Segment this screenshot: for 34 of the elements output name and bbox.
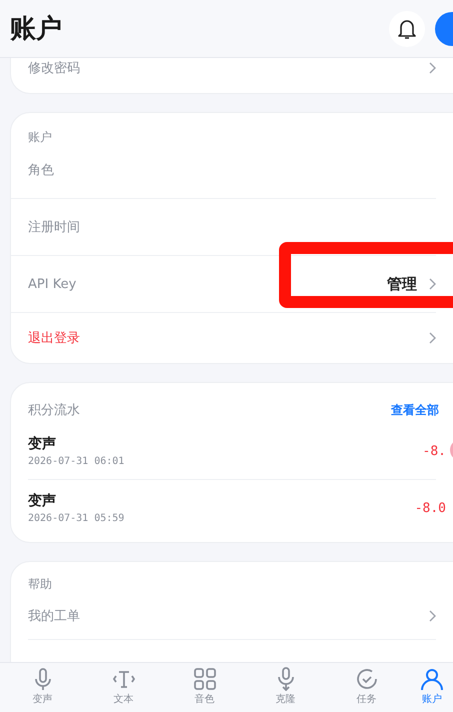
item-label: 注册时间 xyxy=(28,219,80,236)
item-label: 我的工单 xyxy=(28,608,80,625)
item-value: 管理 xyxy=(387,274,417,294)
notification-button[interactable] xyxy=(389,10,425,46)
tab[interactable]: 音色 xyxy=(164,663,245,712)
entry-title: 变声 xyxy=(28,435,57,453)
points-amount: -8. xyxy=(422,444,446,458)
grid-icon xyxy=(192,667,216,691)
item-label: API Key xyxy=(28,276,76,292)
list-item[interactable]: 注册时间 xyxy=(11,199,436,256)
tab[interactable]: 任务 xyxy=(326,663,407,712)
tab[interactable]: 账户 xyxy=(413,663,451,712)
entry-time: 2026-07-31 06:01 xyxy=(28,456,124,467)
section-title: 积分流水 xyxy=(28,402,80,419)
item-label: 修改密码 xyxy=(28,60,80,77)
check-circle-icon xyxy=(354,667,378,691)
points-amount: -8.0 xyxy=(414,500,446,516)
entry-time: 2026-07-31 05:59 xyxy=(28,513,124,524)
tab[interactable]: 克隆 xyxy=(245,663,326,712)
user-icon xyxy=(420,667,444,691)
entry-title: 变声 xyxy=(28,492,57,510)
list-item[interactable]: API Key 管理 xyxy=(11,256,436,313)
list-item[interactable]: 我的工单 xyxy=(28,593,436,640)
page-title: 账户 xyxy=(10,13,62,46)
list-item[interactable]: 修改密码 xyxy=(28,58,436,93)
section-title: 帮助 xyxy=(28,576,53,593)
item-label: 退出登录 xyxy=(28,330,80,347)
bell-icon xyxy=(397,18,417,40)
list-item[interactable]: 角色 xyxy=(11,142,436,199)
tab[interactable]: 变声 xyxy=(2,663,83,712)
item-label: 角色 xyxy=(28,162,54,179)
tab[interactable]: 文本 xyxy=(83,663,164,712)
view-all-link[interactable]: 查看全部 xyxy=(391,402,439,418)
list-item[interactable]: 退出登录 xyxy=(28,313,436,363)
